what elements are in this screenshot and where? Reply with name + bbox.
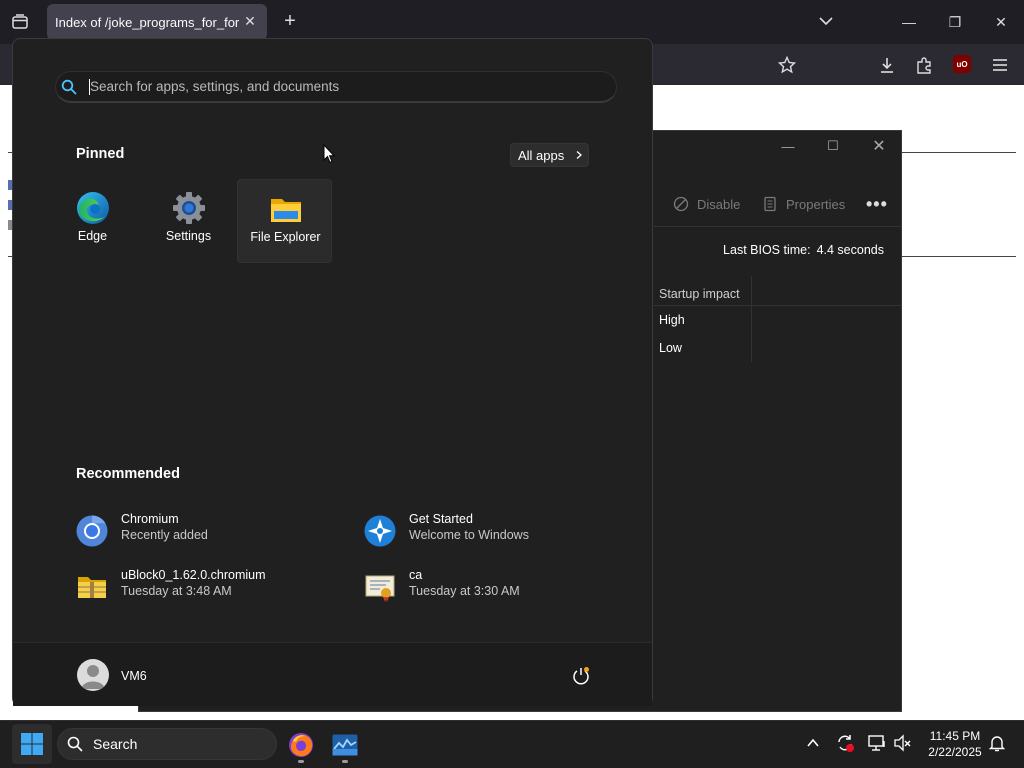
volume-muted-icon[interactable] [893,733,913,753]
mouse-cursor-icon [323,144,335,164]
firefox-icon [289,733,313,757]
running-indicator [298,760,304,763]
start-button[interactable] [12,724,52,764]
clock-date[interactable]: 2/22/2025 [920,745,990,759]
bios-value: 4.4 seconds [816,243,884,257]
close-tab-icon[interactable]: ✕ [241,12,259,30]
properties-label: Properties [786,196,846,212]
recommended-item-ublock[interactable]: uBlock0_1.62.0.chromium Tuesday at 3:48 … [76,567,336,607]
ublock-origin-icon[interactable]: uO [953,55,971,73]
column-separator[interactable] [751,276,752,362]
pinned-app-label: Settings [165,229,212,243]
folder-icon [271,199,301,222]
disable-label: Disable [697,196,741,212]
chevron-up-icon[interactable] [803,733,823,753]
recommended-item-subtitle: Recently added [121,528,208,542]
pinned-app-settings[interactable]: Settings [141,179,236,263]
properties-icon [764,196,776,212]
hamburger-menu-icon[interactable] [989,54,1011,76]
taskbar-search-icon [67,736,83,752]
certificate-icon [365,575,395,602]
recommended-item-get-started[interactable]: Get Started Welcome to Windows [364,511,624,551]
pinned-app-label: File Explorer [250,230,321,244]
recommended-item-name: Chromium [121,512,179,526]
firefox-view-icon[interactable] [8,10,32,34]
clock-time[interactable]: 11:45 PM [920,729,990,743]
task-manager-icon [332,734,358,756]
tab-title: Index of /joke_programs_for_forkies [55,14,239,30]
taskbar-search-box[interactable] [57,728,277,760]
windows-logo-icon [21,733,43,755]
bios-label: Last BIOS time: [723,243,811,257]
edge-icon [77,192,109,224]
all-apps-button[interactable]: All apps [510,143,589,167]
chevron-right-icon [576,151,583,159]
pinned-heading: Pinned [76,146,125,162]
recommended-item-subtitle: Tuesday at 3:48 AM [121,584,232,598]
zip-folder-icon [78,577,106,598]
pinned-app-edge[interactable]: Edge [45,179,140,263]
chromium-icon [76,515,108,547]
recommended-item-name: ca [409,568,423,582]
restore-button[interactable]: ❐ [941,8,969,36]
recommended-item-chromium[interactable]: Chromium Recently added [76,511,336,551]
chevron-down-icon[interactable] [817,12,835,30]
download-icon[interactable] [876,54,898,76]
recommended-heading: Recommended [76,466,180,482]
get-started-icon [364,515,396,547]
tm-maximize-button[interactable]: ☐ [823,138,843,154]
all-apps-label: All apps [518,147,565,163]
user-avatar-icon[interactable] [77,659,109,691]
close-window-button[interactable]: ✕ [987,8,1015,36]
tm-close-button[interactable]: ✕ [869,138,889,155]
sync-update-icon[interactable] [835,733,855,753]
taskbar-app-task-manager[interactable] [328,728,362,762]
disable-button[interactable]: Disable [673,194,740,214]
browser-tab[interactable]: Index of /joke_programs_for_forkies ✕ [47,4,267,40]
properties-button[interactable]: Properties [762,194,845,214]
recommended-item-ca[interactable]: ca Tuesday at 3:30 AM [364,567,624,607]
notification-bell-icon[interactable] [987,733,1007,753]
power-icon[interactable] [571,666,591,686]
disable-icon [673,196,689,212]
recommended-item-name: uBlock0_1.62.0.chromium [121,568,266,582]
recommended-item-name: Get Started [409,512,473,526]
more-options-icon[interactable]: ••• [866,194,888,215]
recommended-item-subtitle: Tuesday at 3:30 AM [409,584,520,598]
search-placeholder: Search for apps, settings, and documents [90,79,340,94]
column-header-divider [654,305,901,306]
settings-gear-icon [173,192,205,224]
taskbar-search-label: Search [93,736,138,752]
taskbar-app-firefox[interactable] [284,728,318,762]
startup-impact-column-header[interactable]: Startup impact [659,287,740,301]
pinned-app-label: Edge [77,229,108,243]
user-name[interactable]: VM6 [121,669,147,683]
bookmark-star-icon[interactable] [776,54,798,76]
pinned-app-file-explorer[interactable]: File Explorer [237,179,332,263]
last-bios-time: Last BIOS time: 4.4 seconds [723,243,884,257]
new-tab-button[interactable]: + [280,11,300,31]
network-icon[interactable] [867,733,887,753]
startup-impact-cell: Low [659,341,682,355]
running-indicator [342,760,348,763]
search-icon [61,79,77,95]
minimize-button[interactable]: — [895,8,923,36]
tm-minimize-button[interactable]: — [778,138,798,154]
recommended-item-subtitle: Welcome to Windows [409,528,529,542]
startup-impact-cell: High [659,313,685,327]
tm-toolbar-divider [654,226,901,227]
extensions-puzzle-icon[interactable] [913,54,935,76]
